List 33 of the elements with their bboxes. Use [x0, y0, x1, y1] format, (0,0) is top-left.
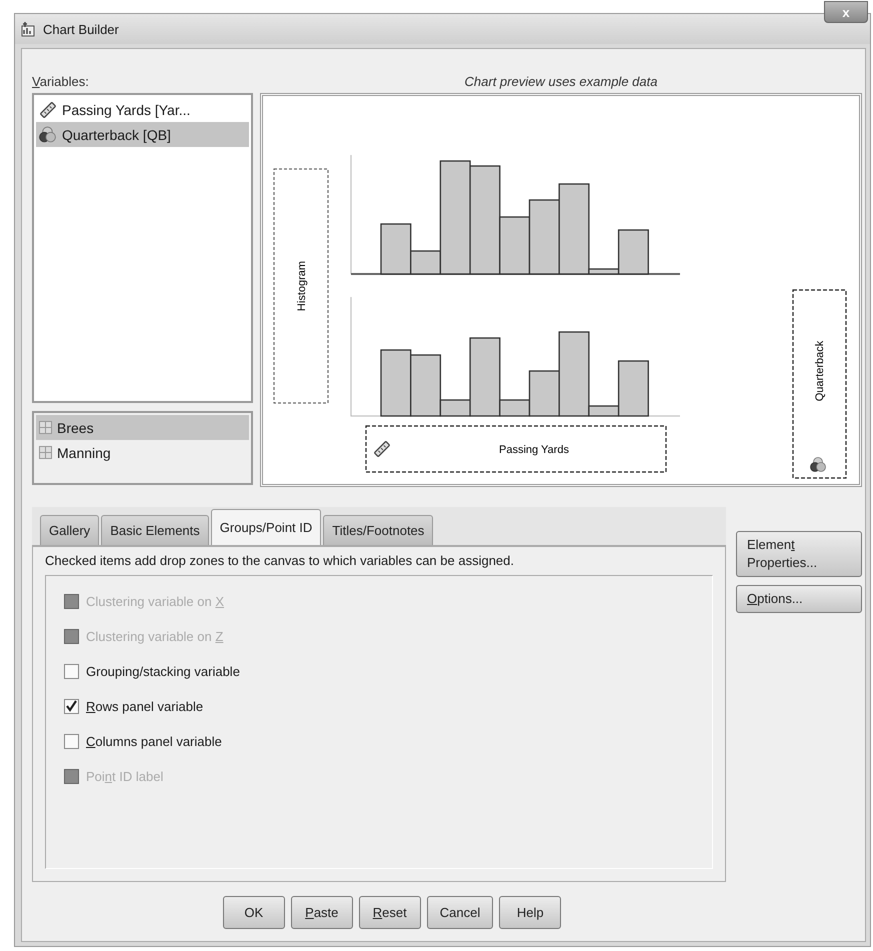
panel-drop-zone[interactable]: Quarterback [792, 289, 847, 479]
checkbox-option[interactable]: Grouping/stacking variable [64, 660, 240, 682]
preview-caption: Chart preview uses example data [464, 75, 658, 91]
checkbox[interactable] [64, 734, 79, 748]
tab[interactable]: Titles/Footnotes [323, 515, 434, 545]
side-button[interactable]: Options... [736, 585, 862, 613]
checkbox[interactable] [64, 698, 79, 714]
dialog-button[interactable]: Paste [290, 896, 353, 929]
checkbox[interactable] [64, 664, 79, 678]
category-item[interactable]: Brees [36, 415, 249, 440]
y-axis-drop-zone[interactable]: Histogram [274, 168, 328, 404]
window-title: Chart Builder [43, 22, 119, 36]
checkbox-option[interactable]: Rows panel variable [64, 695, 204, 717]
tab[interactable]: Gallery [40, 515, 100, 545]
chart-icon [21, 21, 37, 37]
dialog-button[interactable]: Help [499, 896, 562, 929]
grid-icon [39, 421, 52, 434]
checkbox-option[interactable]: Columns panel variable [64, 730, 222, 752]
tab[interactable]: Groups/Point ID [210, 509, 322, 545]
dialog-button[interactable]: Cancel [426, 896, 494, 929]
variable-item[interactable]: Passing Yards [Yar... [36, 97, 249, 122]
tab[interactable]: Basic Elements [101, 515, 209, 545]
grid-icon [39, 446, 52, 459]
variable-item[interactable]: Quarterback [QB] [36, 122, 249, 147]
histogram-bar [380, 349, 412, 417]
x-axis-drop-zone[interactable]: Passing Yards [365, 425, 667, 473]
category-item[interactable]: Manning [36, 440, 249, 465]
circles-icon [39, 126, 57, 144]
description-text: Checked items add drop zones to the canvas to which variables can be assigned. [45, 553, 515, 568]
dialog-button[interactable]: OK [222, 896, 285, 929]
dialog-button[interactable]: Reset [358, 896, 421, 929]
side-button[interactable]: Element Properties... [736, 531, 862, 577]
variables-label: Variables: [32, 75, 90, 91]
